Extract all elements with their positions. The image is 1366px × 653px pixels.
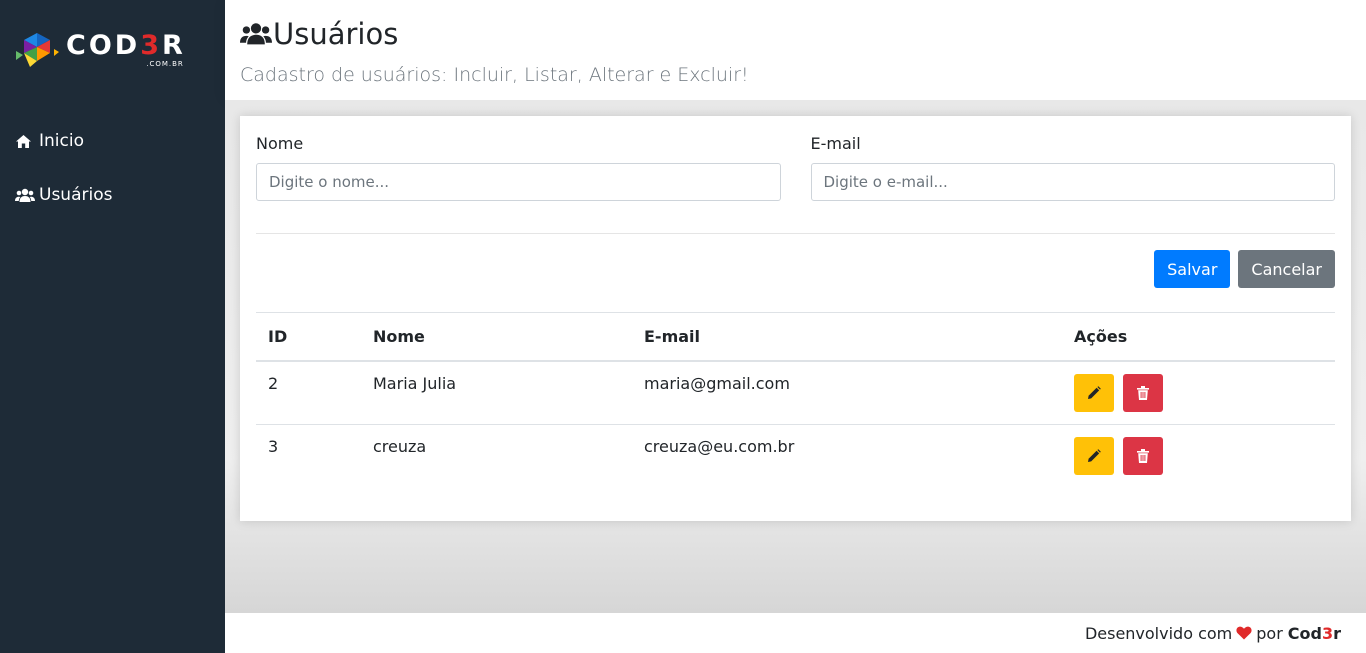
- sidebar: Inicio Usuários: [0, 100, 225, 653]
- logo-domain: .COM.BR: [146, 60, 184, 68]
- cell-id: 2: [256, 360, 361, 425]
- users-icon: [15, 186, 35, 204]
- trash-icon: [1137, 386, 1150, 400]
- page-title: Usuários: [240, 14, 1351, 54]
- edit-button[interactable]: [1074, 374, 1114, 412]
- user-form-card: Nome E-mail Salvar Cancelar ID Nome: [240, 116, 1351, 521]
- page-subtitle: Cadastro de usuários: Incluir, Listar, A…: [240, 64, 749, 86]
- cell-email: maria@gmail.com: [632, 360, 1062, 425]
- email-label: E-mail: [810, 134, 861, 153]
- column-header-id: ID: [256, 312, 361, 362]
- app-root: COD3R .COM.BR Inicio Usuários Usuários C…: [0, 0, 1366, 653]
- logo[interactable]: COD3R .COM.BR: [0, 0, 225, 100]
- table-row: 2 Maria Julia maria@gmail.com: [256, 360, 1335, 425]
- form-row: Nome E-mail: [256, 134, 1335, 201]
- name-label: Nome: [256, 134, 304, 153]
- footer: Desenvolvido com por Cod3r: [225, 613, 1366, 653]
- cell-actions: [1062, 424, 1335, 488]
- users-table: ID Nome E-mail Ações 2 Maria Julia maria…: [256, 312, 1335, 488]
- pencil-icon: [1088, 386, 1101, 399]
- divider: [256, 233, 1335, 234]
- edit-button[interactable]: [1074, 437, 1114, 475]
- form-actions: Salvar Cancelar: [256, 250, 1335, 288]
- sidebar-item-inicio[interactable]: Inicio: [0, 114, 225, 168]
- pencil-icon: [1088, 449, 1101, 462]
- cell-email: creuza@eu.com.br: [632, 424, 1062, 488]
- trash-icon: [1137, 449, 1150, 463]
- email-input[interactable]: [810, 163, 1335, 201]
- users-icon: [240, 19, 272, 49]
- email-form-group: E-mail: [810, 134, 1335, 201]
- cod3r-logo-mark-icon: [16, 33, 59, 67]
- save-button[interactable]: Salvar: [1154, 250, 1231, 288]
- home-icon: [15, 132, 35, 150]
- cell-nome: Maria Julia: [361, 360, 632, 425]
- page-header: Usuários Cadastro de usuários: Incluir, …: [225, 0, 1366, 100]
- main-content: Nome E-mail Salvar Cancelar ID Nome: [225, 100, 1366, 613]
- logo-wordmark: COD3R: [66, 30, 186, 61]
- table-header-row: ID Nome E-mail Ações: [256, 312, 1335, 362]
- sidebar-item-label: Inicio: [39, 131, 84, 151]
- cell-nome: creuza: [361, 424, 632, 488]
- page-title-text: Usuários: [273, 17, 399, 51]
- heart-icon: [1236, 626, 1252, 640]
- column-header-acoes: Ações: [1062, 312, 1335, 362]
- name-form-group: Nome: [256, 134, 781, 201]
- sidebar-item-usuarios[interactable]: Usuários: [0, 168, 225, 222]
- cancel-button[interactable]: Cancelar: [1238, 250, 1335, 288]
- footer-por: por: [1256, 623, 1283, 643]
- name-input[interactable]: [256, 163, 781, 201]
- footer-brand[interactable]: Cod3r: [1288, 624, 1341, 643]
- cell-actions: [1062, 360, 1335, 425]
- table-row: 3 creuza creuza@eu.com.br: [256, 424, 1335, 488]
- delete-button[interactable]: [1123, 374, 1164, 412]
- footer-text: Desenvolvido com: [1084, 623, 1233, 643]
- cell-id: 3: [256, 424, 361, 488]
- column-header-email: E-mail: [632, 312, 1062, 362]
- column-header-nome: Nome: [361, 312, 632, 362]
- sidebar-item-label: Usuários: [39, 185, 113, 205]
- delete-button[interactable]: [1123, 437, 1164, 475]
